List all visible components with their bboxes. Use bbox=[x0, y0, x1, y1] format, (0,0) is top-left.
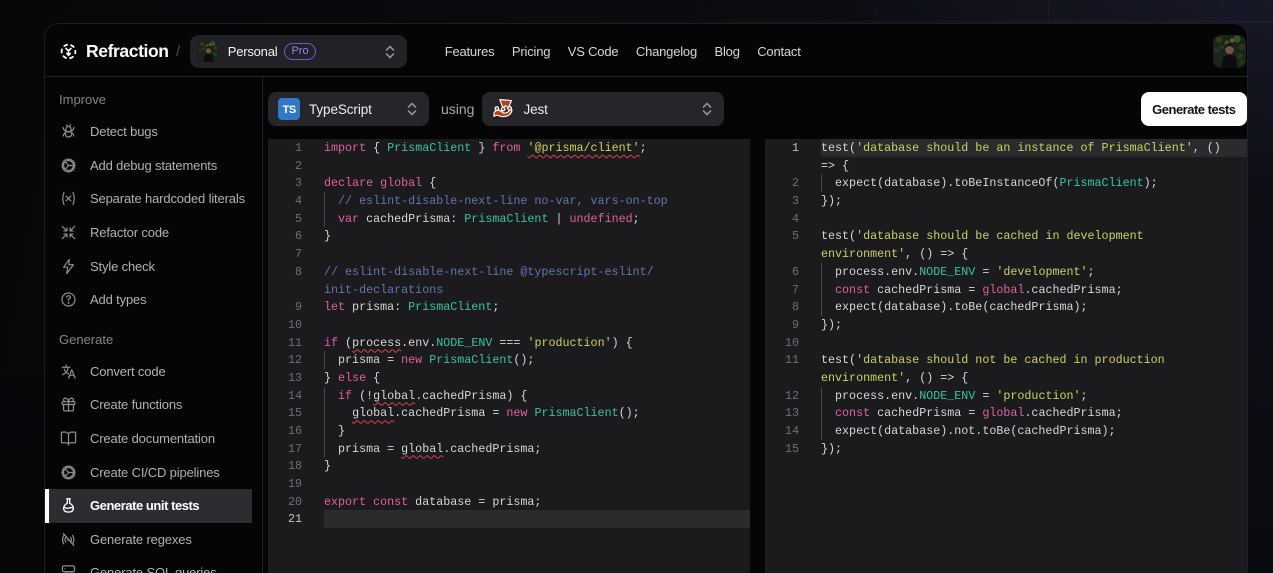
svg-text:TS: TS bbox=[283, 104, 296, 116]
